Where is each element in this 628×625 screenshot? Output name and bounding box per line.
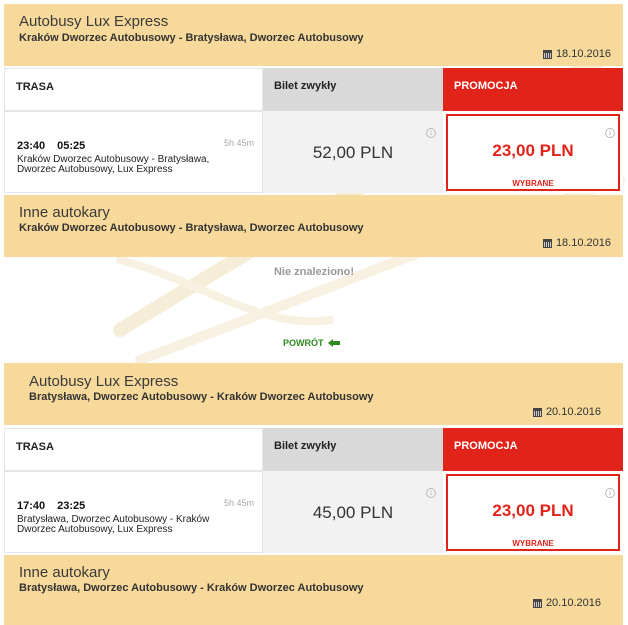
info-icon[interactable]: i <box>605 128 615 138</box>
info-icon[interactable]: i <box>426 128 436 138</box>
arrival-time: 05:25 <box>57 140 86 152</box>
other-route: Kraków Dworzec Autobusowy - Bratysława, … <box>19 222 364 234</box>
regular-price: 45,00 PLN <box>312 503 394 522</box>
return-times: 17:40 23:25 <box>17 500 85 512</box>
route-stations: Bratysława, Dworzec Autobusowy - Kraków … <box>17 514 210 535</box>
outbound-route: Kraków Dworzec Autobusowy - Bratysława, … <box>19 32 364 44</box>
outbound-date: 18.10.2016 <box>542 48 611 60</box>
selected-label: WYBRANE <box>512 539 554 548</box>
back-label: POWRÓT <box>283 338 324 348</box>
other-date-text: 20.10.2016 <box>545 597 601 609</box>
other-route: Bratysława, Dworzec Autobusowy - Kraków … <box>19 582 364 594</box>
other-date-text: 18.10.2016 <box>555 237 611 249</box>
departure-time: 23:40 <box>17 140 46 152</box>
return-date: 20.10.2016 <box>532 406 601 418</box>
return-header-panel: Autobusy Lux Express Bratysława, Dworzec… <box>4 363 623 425</box>
col-header-promo: PROMOCJA <box>443 68 623 111</box>
arrow-left-icon <box>327 339 340 347</box>
outbound-other-panel: Inne autokary Kraków Dworzec Autobusowy … <box>4 195 623 257</box>
other-date: 20.10.2016 <box>532 597 601 609</box>
calendar-icon <box>532 598 542 608</box>
info-icon[interactable]: i <box>426 488 436 498</box>
col-header-promo: PROMOCJA <box>443 428 623 471</box>
return-route-cell: 17:40 23:25 5h 45m Bratysława, Dworzec Au… <box>4 471 263 553</box>
return-promo-fare[interactable]: i 23,00 PLN WYBRANE <box>443 471 623 553</box>
col-header-route: TRASA <box>4 428 263 471</box>
outbound-operator: Autobusy Lux Express <box>19 13 169 30</box>
trip-duration: 5h 45m <box>223 138 254 148</box>
other-title: Inne autokary <box>19 564 110 581</box>
calendar-icon <box>542 238 552 248</box>
route-stations: Kraków Dworzec Autobusowy - Bratysława, … <box>17 154 210 175</box>
return-date-text: 20.10.2016 <box>545 406 601 418</box>
outbound-header-panel: Autobusy Lux Express Kraków Dworzec Auto… <box>4 4 623 66</box>
other-title: Inne autokary <box>19 204 110 221</box>
arrival-time: 23:25 <box>57 500 86 512</box>
col-header-regular: Bilet zwykły <box>263 428 443 471</box>
return-route: Bratysława, Dworzec Autobusowy - Kraków … <box>29 391 374 403</box>
back-link[interactable]: POWRÓT <box>283 338 340 348</box>
calendar-icon <box>542 49 552 59</box>
col-header-regular: Bilet zwykły <box>263 68 443 111</box>
return-other-panel: Inne autokary Bratysława, Dworzec Autobu… <box>4 555 623 625</box>
col-header-route: TRASA <box>4 68 263 111</box>
calendar-icon <box>532 407 542 417</box>
promo-price: 23,00 PLN <box>492 141 574 160</box>
outbound-times: 23:40 05:25 <box>17 140 85 152</box>
promo-price: 23,00 PLN <box>492 501 574 520</box>
info-icon[interactable]: i <box>605 488 615 498</box>
regular-price: 52,00 PLN <box>312 143 394 162</box>
outbound-route-cell: 23:40 05:25 5h 45m Kraków Dworzec Autobus… <box>4 111 263 193</box>
outbound-promo-fare[interactable]: i 23,00 PLN WYBRANE <box>443 111 623 193</box>
return-operator: Autobusy Lux Express <box>29 373 179 390</box>
other-date: 18.10.2016 <box>542 237 611 249</box>
selected-label: WYBRANE <box>512 179 554 188</box>
trip-duration: 5h 45m <box>223 498 254 508</box>
outbound-regular-fare[interactable]: i 52,00 PLN <box>263 111 443 193</box>
outbound-date-text: 18.10.2016 <box>555 48 611 60</box>
outbound-fare-table: TRASA Bilet zwykły PROMOCJA 23:40 05:25 5… <box>4 68 623 193</box>
not-found-message: Nie znaleziono! <box>273 266 355 278</box>
return-regular-fare[interactable]: i 45,00 PLN <box>263 471 443 553</box>
return-fare-table: TRASA Bilet zwykły PROMOCJA 17:40 23:25 5… <box>4 428 623 553</box>
departure-time: 17:40 <box>17 500 46 512</box>
